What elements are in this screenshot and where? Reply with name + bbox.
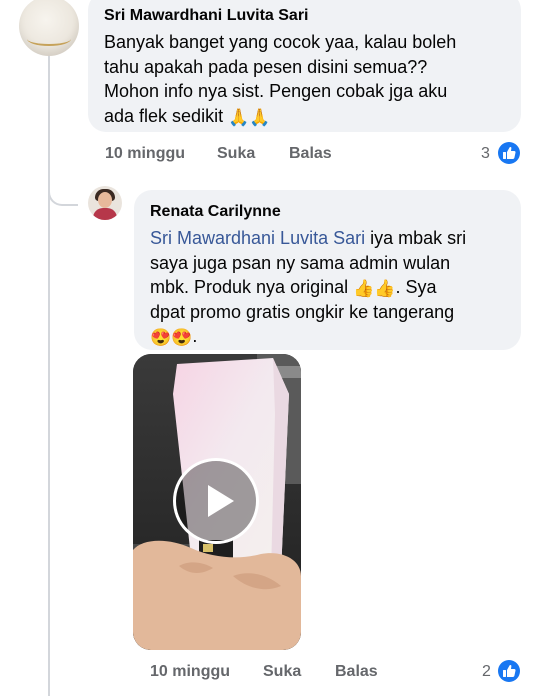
comment-line-text: ada flek sedikit — [104, 105, 224, 126]
reply-button[interactable]: Balas — [289, 142, 332, 166]
avatar[interactable] — [19, 0, 79, 56]
reply-button[interactable]: Balas — [335, 660, 378, 684]
reply-line-text: . — [192, 326, 198, 346]
avatar-detail — [27, 32, 71, 46]
like-reaction-icon[interactable] — [498, 142, 520, 164]
thumbs-up-emoji: 👍👍 — [353, 279, 396, 298]
avatar-detail — [98, 192, 112, 208]
comment-line: tahu apakah pada pesen disini semua?? — [104, 56, 428, 77]
avatar[interactable] — [88, 186, 122, 220]
video-attachment[interactable] — [133, 354, 301, 650]
reaction-count[interactable]: 2 — [482, 660, 491, 684]
avatar-detail — [93, 208, 117, 220]
heart-eyes-emoji: 😍😍 — [150, 328, 193, 347]
reply-line-text: mbk. Produk nya original — [150, 277, 354, 297]
like-button[interactable]: Suka — [217, 142, 255, 166]
comment-actions: 10 minggu Suka Balas — [105, 142, 525, 166]
pray-emoji: 🙏🙏 — [228, 107, 271, 127]
reply-line: 😍😍. — [150, 324, 505, 349]
mention-link[interactable]: Sri Mawardhani Luvita Sari — [150, 228, 365, 248]
comment-text: Banyak banget yang cocok yaa, kalau bole… — [104, 30, 505, 128]
comment-thread: Sri Mawardhani Luvita Sari Banyak banget… — [0, 0, 540, 696]
reply-text: Sri Mawardhani Luvita Sari iya mbak sri … — [150, 226, 505, 349]
reply-bubble: Renata Carilynne Sri Mawardhani Luvita S… — [134, 190, 521, 350]
play-button[interactable] — [173, 458, 259, 544]
reply-author[interactable]: Renata Carilynne — [150, 202, 505, 222]
comment-bubble: Sri Mawardhani Luvita Sari Banyak banget… — [88, 0, 521, 132]
reply-connector — [48, 186, 78, 206]
comment-line: Mohon info nya sist. Pengen cobak jga ak… — [104, 81, 448, 101]
reply-actions: 10 minggu Suka Balas — [150, 660, 530, 684]
reaction-count[interactable]: 3 — [481, 142, 490, 166]
comment-timestamp[interactable]: 10 minggu — [105, 142, 185, 166]
reply-line: Sri Mawardhani Luvita Sari iya mbak sri — [150, 226, 505, 251]
reply-line: saya juga psan ny sama admin wulan — [150, 252, 451, 273]
reply-line: mbk. Produk nya original 👍👍. Sya — [150, 275, 505, 300]
reply-timestamp[interactable]: 10 minggu — [150, 660, 230, 684]
play-icon — [208, 485, 234, 517]
like-reaction-icon[interactable] — [498, 660, 520, 682]
reply-line-text: iya mbak sri — [365, 228, 467, 248]
thread-line — [48, 54, 50, 696]
comment-line: ada flek sedikit 🙏🙏 — [104, 104, 505, 129]
comment-author[interactable]: Sri Mawardhani Luvita Sari — [104, 6, 505, 26]
comment-line: Banyak banget yang cocok yaa, kalau bole… — [104, 32, 457, 52]
reply-line: dpat promo gratis ongkir ke tangerang — [150, 301, 455, 322]
reply-line-text: . Sya — [395, 277, 437, 297]
like-button[interactable]: Suka — [263, 660, 301, 684]
